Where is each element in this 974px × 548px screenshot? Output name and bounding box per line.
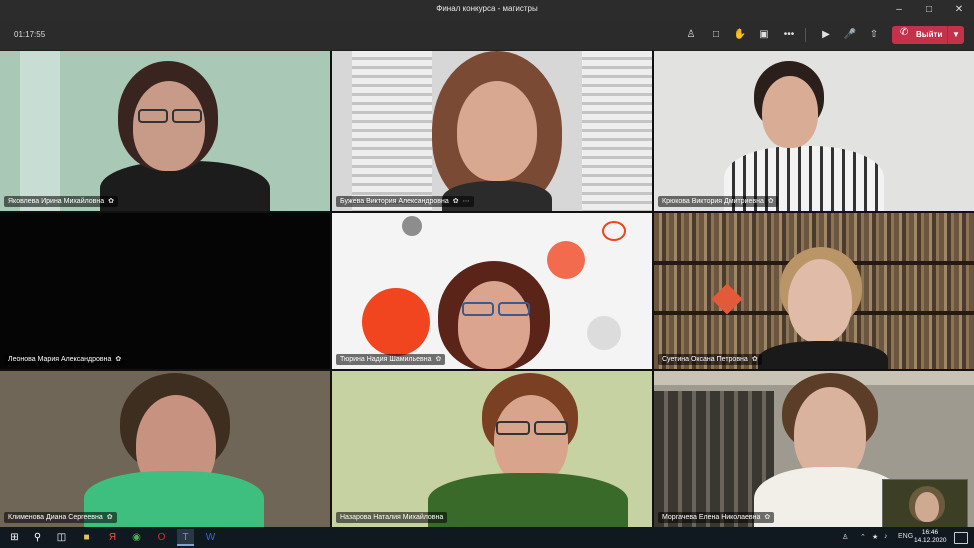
- video-tile[interactable]: Крюкова Виктория Дмитриевна ✿: [654, 51, 974, 211]
- microphone-muted-icon: ✿: [751, 356, 758, 363]
- video-tile[interactable]: Моргачева Елена Николаевна ✿: [654, 371, 974, 527]
- network-icon[interactable]: ★: [872, 533, 878, 541]
- video-tile[interactable]: Суетина Оксана Петровна ✿: [654, 213, 974, 369]
- more-actions-icon[interactable]: •••: [780, 27, 798, 43]
- teams-icon[interactable]: T: [177, 529, 194, 546]
- participant-name: Клименова Диана Сергеевна ✿: [4, 512, 117, 523]
- participant-name: Суетина Оксана Петровна ✿: [658, 354, 762, 365]
- people-icon[interactable]: ♙: [842, 533, 848, 541]
- system-clock[interactable]: 16:46 14.12.2020: [914, 529, 947, 545]
- microphone-icon[interactable]: 🎤: [841, 27, 859, 43]
- video-tile[interactable]: Назарова Наталия Михайловна: [332, 371, 652, 527]
- video-tile[interactable]: Бужева Виктория Александровна ✿ ⋯: [332, 51, 652, 211]
- microphone-muted-icon: ✿: [767, 198, 774, 205]
- language-indicator[interactable]: ENG: [898, 533, 913, 540]
- volume-icon[interactable]: ♪: [884, 533, 888, 540]
- phone-hangup-icon: ✆: [900, 27, 909, 38]
- close-icon[interactable]: ✕: [948, 2, 970, 18]
- taskbar: ⊞ ⚲ ◫ ■ Я ◉ O T W ♙ ⌃ ★ ♪ ENG 16:46 14.1…: [0, 527, 974, 548]
- window-title-bar: Финал конкурса - магистры – □ ✕: [0, 0, 974, 20]
- microphone-muted-icon: ✿: [764, 514, 771, 521]
- participant-name: Леонова Мария Александровна ✿: [4, 354, 126, 365]
- participants-icon[interactable]: ♙: [682, 27, 700, 43]
- raise-hand-icon[interactable]: ✋: [731, 27, 749, 43]
- word-icon[interactable]: W: [202, 529, 219, 546]
- meeting-timer: 01:17:55: [14, 30, 46, 39]
- opera-icon[interactable]: O: [153, 529, 170, 546]
- microphone-muted-icon: ✿: [115, 356, 122, 363]
- minimize-icon[interactable]: –: [888, 2, 910, 18]
- chat-icon[interactable]: □: [707, 27, 725, 43]
- yandex-browser-icon[interactable]: Я: [104, 529, 121, 546]
- chrome-icon[interactable]: ◉: [128, 529, 145, 546]
- clock-date: 14.12.2020: [914, 537, 947, 544]
- camera-icon[interactable]: ▶: [817, 27, 835, 43]
- video-grid: Яковлева Ирина Михайловна ✿ Бужева Виктор…: [0, 51, 974, 527]
- notifications-icon[interactable]: [954, 532, 968, 544]
- microphone-muted-icon: ✿: [108, 198, 115, 205]
- meeting-toolbar: 01:17:55 ♙ □ ✋ ▣ ••• ▶ 🎤 ⇧ ✆ Выйти ▼: [0, 20, 974, 50]
- chevron-down-icon[interactable]: ▼: [947, 26, 964, 44]
- chevron-up-icon[interactable]: ⌃: [860, 533, 866, 541]
- microphone-muted-icon: ✿: [435, 356, 442, 363]
- microphone-muted-icon: ✿: [106, 514, 113, 521]
- self-view-thumbnail[interactable]: [882, 479, 968, 527]
- microphone-muted-icon: ✿: [452, 198, 459, 205]
- clock-time: 16:46: [921, 529, 939, 536]
- share-screen-icon[interactable]: ⇧: [865, 27, 883, 43]
- search-icon[interactable]: ⚲: [29, 529, 46, 546]
- participant-name: Бужева Виктория Александровна ✿ ⋯: [336, 196, 474, 207]
- participant-name: Крюкова Виктория Дмитриевна ✿: [658, 196, 778, 207]
- participant-name: Яковлева Ирина Михайловна ✿: [4, 196, 119, 207]
- window-title: Финал конкурса - магистры: [436, 4, 538, 13]
- leave-label: Выйти: [916, 30, 943, 39]
- file-explorer-icon[interactable]: ■: [78, 529, 95, 546]
- video-tile[interactable]: Яковлева Ирина Михайловна ✿: [0, 51, 330, 211]
- maximize-icon[interactable]: □: [918, 2, 940, 18]
- task-view-icon[interactable]: ◫: [53, 529, 70, 546]
- video-tile[interactable]: Клименова Диана Сергеевна ✿: [0, 371, 330, 527]
- toolbar-divider: [805, 28, 806, 42]
- leave-button[interactable]: ✆ Выйти ▼: [892, 26, 964, 44]
- breakout-rooms-icon[interactable]: ▣: [755, 27, 773, 43]
- more-options-icon[interactable]: ⋯: [463, 198, 470, 205]
- participant-name: Моргачева Елена Николаевна ✿: [658, 512, 775, 523]
- windows-start-icon[interactable]: ⊞: [6, 529, 23, 546]
- video-tile[interactable]: Леонова Мария Александровна ✿: [0, 213, 330, 369]
- video-tile[interactable]: Тюрина Надия Шамильевна ✿: [332, 213, 652, 369]
- participant-name: Тюрина Надия Шамильевна ✿: [336, 354, 446, 365]
- participant-name: Назарова Наталия Михайловна: [336, 512, 448, 523]
